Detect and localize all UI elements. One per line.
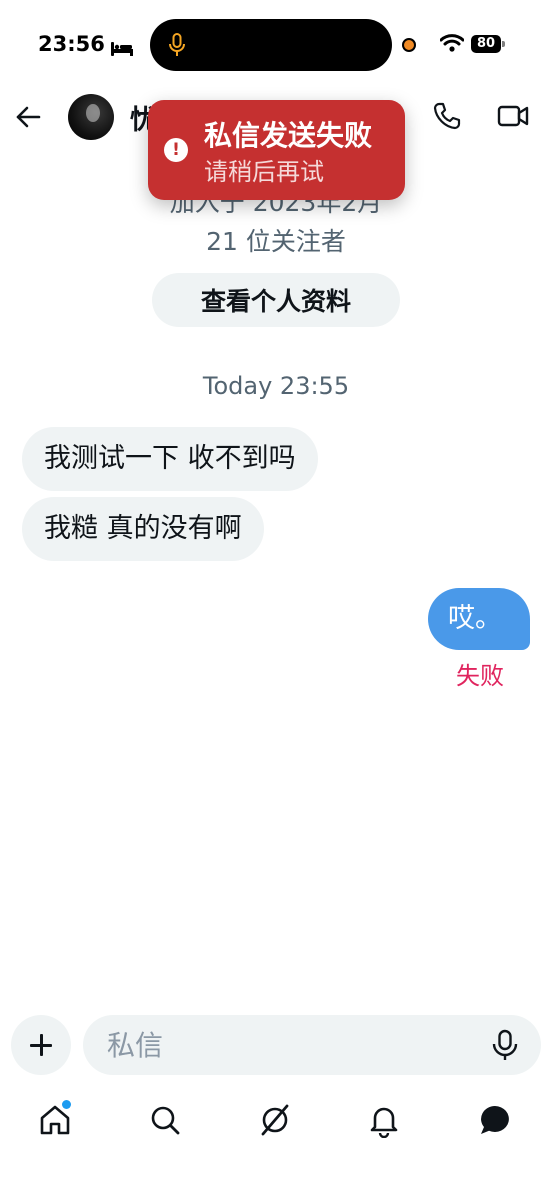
alert-icon: ! xyxy=(164,138,188,162)
status-time: 23:56 xyxy=(38,32,133,56)
view-profile-button[interactable]: 查看个人资料 xyxy=(152,273,400,327)
home-notification-dot xyxy=(62,1100,71,1109)
toast-subtitle: 请稍后再试 xyxy=(204,158,324,186)
outgoing-message[interactable]: 哎。 xyxy=(428,588,530,650)
microphone-icon xyxy=(168,33,186,61)
orange-dot-indicator xyxy=(402,38,416,52)
notifications-bell-icon[interactable] xyxy=(366,1102,402,1139)
incoming-message[interactable]: 我糙 真的没有啊 xyxy=(22,497,264,561)
battery-level: 80 xyxy=(476,36,496,51)
avatar[interactable] xyxy=(68,94,114,140)
battery-icon: 80 xyxy=(471,35,501,53)
messages-icon[interactable] xyxy=(477,1102,513,1138)
status-bar: 23:56 80 xyxy=(0,0,552,90)
battery-tip xyxy=(502,41,505,47)
search-icon[interactable] xyxy=(147,1102,183,1138)
bottom-tab-bar xyxy=(0,1090,552,1150)
bed-icon xyxy=(110,37,133,56)
voice-mic-icon[interactable] xyxy=(490,1029,520,1065)
wifi-icon xyxy=(439,34,465,56)
plus-icon[interactable] xyxy=(11,1015,71,1075)
back-arrow-icon[interactable] xyxy=(14,103,42,135)
error-toast[interactable]: ! 私信发送失败 请稍后再试 xyxy=(148,100,405,200)
status-time-text: 23:56 xyxy=(38,32,105,56)
message-input[interactable] xyxy=(83,1015,541,1075)
message-failed-status[interactable]: 失败 xyxy=(456,656,504,691)
grok-icon[interactable] xyxy=(257,1102,293,1138)
message-composer xyxy=(0,1014,552,1078)
dynamic-island xyxy=(150,19,392,71)
message-timestamp: Today 23:55 xyxy=(202,372,350,400)
incoming-message[interactable]: 我测试一下 收不到吗 xyxy=(22,427,318,491)
followers-count: 21 位关注者 xyxy=(206,227,346,256)
toast-title: 私信发送失败 xyxy=(204,119,373,152)
video-icon[interactable] xyxy=(497,103,529,133)
phone-icon[interactable] xyxy=(432,101,462,135)
